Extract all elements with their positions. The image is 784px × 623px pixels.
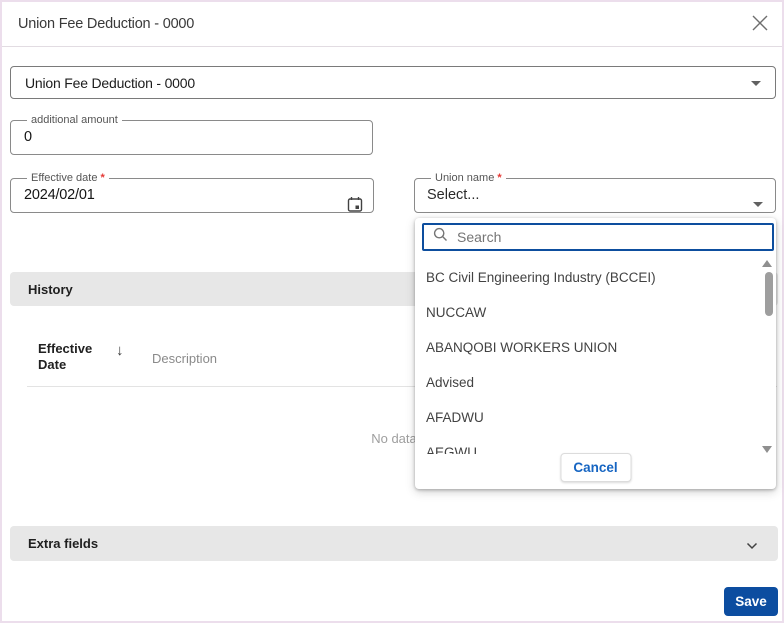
union-search-box[interactable]	[422, 223, 774, 251]
required-asterisk: *	[100, 172, 105, 184]
sort-descending-icon[interactable]: ↓	[116, 342, 124, 359]
close-icon	[751, 14, 769, 37]
additional-amount-field[interactable]: additional amount	[10, 114, 373, 155]
union-dropdown-panel: BC Civil Engineering Industry (BCCEI) NU…	[415, 218, 776, 489]
scrollbar-up-arrow-icon[interactable]	[762, 260, 772, 267]
calendar-icon[interactable]	[347, 196, 363, 218]
union-option-list: BC Civil Engineering Industry (BCCEI) NU…	[415, 260, 776, 454]
dialog-title: Union Fee Deduction - 0000	[18, 16, 195, 32]
union-option[interactable]: AEGWU	[415, 435, 776, 454]
search-icon	[433, 227, 448, 247]
history-title: History	[28, 281, 73, 297]
effective-date-field[interactable]: Effective date *	[10, 172, 374, 213]
extra-fields-title: Extra fields	[28, 536, 99, 551]
scrollbar-thumb[interactable]	[765, 272, 773, 316]
extra-fields-section-header[interactable]: Extra fields	[10, 526, 778, 561]
union-search-input[interactable]	[448, 229, 738, 245]
union-option[interactable]: NUCCAW	[415, 295, 776, 330]
union-option[interactable]: Advised	[415, 365, 776, 400]
union-option[interactable]: ABANQOBI WORKERS UNION	[415, 330, 776, 365]
close-button[interactable]	[750, 15, 770, 35]
union-option[interactable]: AFADWU	[415, 400, 776, 435]
chevron-down-icon	[746, 538, 758, 553]
column-header-description[interactable]: Description	[152, 351, 217, 366]
required-asterisk: *	[497, 172, 502, 184]
union-name-field[interactable]: Union name * Select...	[414, 172, 776, 213]
union-option[interactable]: BC Civil Engineering Industry (BCCEI)	[415, 260, 776, 295]
chevron-down-icon	[751, 81, 761, 86]
additional-amount-input[interactable]	[23, 127, 360, 145]
effective-date-label: Effective date	[31, 172, 98, 184]
union-name-label: Union name	[435, 172, 495, 184]
dialog-titlebar: Union Fee Deduction - 0000	[2, 2, 782, 47]
cancel-button[interactable]: Cancel	[560, 453, 631, 482]
scrollbar-down-arrow-icon[interactable]	[762, 446, 772, 453]
union-name-value: Select...	[427, 187, 480, 203]
deduction-type-value: Union Fee Deduction - 0000	[25, 74, 195, 91]
effective-date-input[interactable]	[23, 185, 361, 203]
union-fee-deduction-dialog: { "dialog": { "title": "Union Fee Deduct…	[0, 0, 784, 623]
column-header-effective-date[interactable]: Effective Date	[38, 341, 104, 373]
chevron-down-icon	[753, 202, 763, 207]
additional-amount-label: additional amount	[31, 114, 118, 126]
deduction-type-select[interactable]: Union Fee Deduction - 0000	[10, 66, 776, 99]
save-button[interactable]: Save	[724, 587, 778, 616]
